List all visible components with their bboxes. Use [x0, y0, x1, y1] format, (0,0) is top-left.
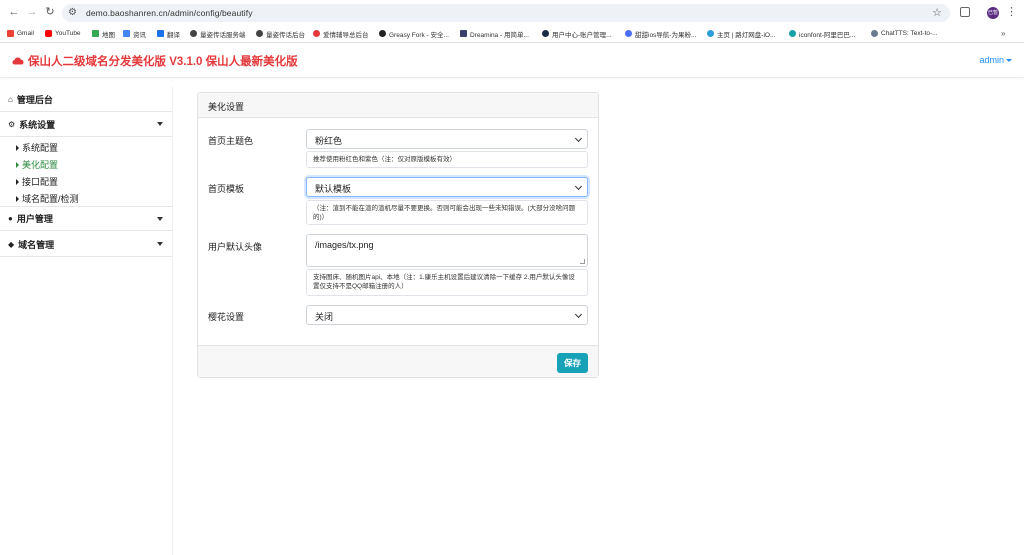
- save-button[interactable]: 保存: [557, 353, 588, 373]
- iconfont-icon: [789, 30, 796, 37]
- reload-icon[interactable]: ↻: [42, 4, 58, 20]
- card-footer: 保存: [198, 345, 598, 377]
- bookmark-item[interactable]: 地图: [92, 27, 115, 40]
- bookmark-item[interactable]: 量姿传话服务端: [190, 27, 246, 40]
- bookmark-item[interactable]: 量姿传话后台: [256, 27, 305, 40]
- site-info-icon[interactable]: ⚙: [68, 7, 77, 19]
- beautify-settings-card: 美化设置 首页主题色 粉红色 推荐使用粉红色和紫色（注：仅对原版模板有效） 首页…: [197, 92, 599, 378]
- heart-app-icon: [313, 30, 320, 37]
- bookmark-item[interactable]: 爱情辅导总后台: [313, 27, 369, 40]
- user-center-icon: [542, 30, 549, 37]
- caret-down-icon: [157, 242, 163, 246]
- address-row: ← → ↻ ⚙ demo.baoshanren.cn/admin/config/…: [0, 2, 1024, 28]
- cloud-icon: [12, 57, 24, 65]
- default-avatar-label: 用户默认头像: [208, 242, 263, 252]
- user-icon: ●: [8, 214, 13, 223]
- gear-icon: ⚙: [8, 119, 16, 129]
- caret-down-icon: [1006, 59, 1012, 62]
- caret-right-icon: [16, 178, 19, 185]
- bookmark-item[interactable]: Greasy Fork - 安全...: [379, 27, 449, 40]
- maps-icon: [92, 30, 99, 37]
- bookmark-item[interactable]: 甜甜ios导航-为果粉...: [625, 27, 696, 40]
- bookmark-item[interactable]: Dreamina - 用简单...: [460, 27, 529, 40]
- sidebar-item-dashboard[interactable]: ⌂ 管理后台: [0, 87, 173, 112]
- bookmark-item[interactable]: 资讯: [123, 27, 146, 40]
- admin-dropdown[interactable]: admin: [979, 55, 1012, 65]
- brand[interactable]: 保山人二级域名分发美化版 V3.1.0 保山人最新美化版: [12, 53, 298, 69]
- sidebar-subitem-beautify-config[interactable]: 美化配置: [16, 158, 58, 171]
- sakura-select[interactable]: 关闭: [306, 305, 588, 325]
- profile-avatar[interactable]: 已暂停: [987, 7, 999, 28]
- more-bookmarks-icon[interactable]: »: [1001, 27, 1005, 40]
- caret-down-icon: [157, 122, 163, 126]
- browser-chrome: ← → ↻ ⚙ demo.baoshanren.cn/admin/config/…: [0, 0, 1024, 43]
- sidebar: ⌂ 管理后台 ⚙ 系统设置 系统配置 美化配置 接口配置 域名配置/检测 ● 用…: [0, 87, 173, 555]
- bookmarks-bar: Gmail YouTube 地图 资讯 翻译 量姿传话服务端 量姿传话后台 爱情…: [0, 27, 1024, 40]
- bookmark-star-icon[interactable]: ☆: [932, 6, 942, 20]
- url-text[interactable]: demo.baoshanren.cn/admin/config/beautify: [86, 7, 253, 19]
- card-title: 美化设置: [198, 93, 598, 118]
- sakura-label: 樱花设置: [208, 312, 245, 322]
- greasyfork-icon: [379, 30, 386, 37]
- chevron-down-icon: [574, 310, 583, 319]
- theme-color-label: 首页主题色: [208, 136, 254, 146]
- bookmark-item[interactable]: 翻译: [157, 27, 180, 40]
- bookmark-item[interactable]: ChatTTS: Text-to-...: [871, 27, 938, 40]
- sidebar-item-users[interactable]: ● 用户管理: [0, 206, 173, 231]
- brand-title: 保山人二级域名分发美化版 V3.1.0 保山人最新美化版: [28, 56, 298, 68]
- sidebar-subitem-domain-config[interactable]: 域名配置/检测: [16, 192, 79, 205]
- theme-color-select[interactable]: 粉红色: [306, 129, 588, 149]
- caret-right-icon: [16, 161, 19, 168]
- sidebar-item-system[interactable]: ⚙ 系统设置: [0, 112, 173, 137]
- dreamina-icon: [460, 30, 467, 37]
- template-label: 首页模板: [208, 184, 245, 194]
- default-avatar-hint: 支持图床、随机图片api、本地（注：1.康乐主机设置后建议清除一下缓存 2.用户…: [306, 269, 588, 296]
- extensions-icon[interactable]: [960, 7, 970, 17]
- sidebar-item-domains[interactable]: ◆ 域名管理: [0, 232, 173, 257]
- bookmark-item[interactable]: iconfont-阿里巴巴...: [789, 27, 855, 40]
- admin-username: admin: [979, 55, 1004, 65]
- news-icon: [123, 30, 130, 37]
- globe-icon: [190, 30, 197, 37]
- translate-icon: [157, 30, 164, 37]
- cloud-drive-icon: [707, 30, 714, 37]
- template-hint: （注：渲到不能在渲的渲机尽量不要更换。否则可能会出现一些未知错误。(大部分没啥问…: [306, 200, 588, 225]
- gmail-icon: [7, 30, 14, 37]
- template-select[interactable]: 默认模板: [306, 177, 588, 197]
- bookmark-item[interactable]: YouTube: [45, 27, 81, 40]
- chevron-down-icon: [574, 134, 583, 143]
- sidebar-subitem-system-config[interactable]: 系统配置: [16, 141, 58, 154]
- youtube-icon: [45, 30, 52, 37]
- globe-icon: [256, 30, 263, 37]
- caret-down-icon: [157, 217, 163, 221]
- cube-icon: ◆: [8, 239, 15, 249]
- home-icon: ⌂: [8, 94, 13, 104]
- url-bar[interactable]: ⚙ demo.baoshanren.cn/admin/config/beauti…: [62, 4, 950, 22]
- caret-right-icon: [16, 195, 19, 202]
- back-icon[interactable]: ←: [6, 4, 22, 20]
- default-avatar-input[interactable]: /images/tx.png: [306, 234, 588, 267]
- sidebar-subitem-api-config[interactable]: 接口配置: [16, 175, 58, 188]
- bookmark-item[interactable]: Gmail: [7, 27, 34, 40]
- chattts-icon: [871, 30, 878, 37]
- theme-color-hint: 推荐使用粉红色和紫色（注：仅对原版模板有效）: [306, 151, 588, 168]
- nav-site-icon: [625, 30, 632, 37]
- resize-handle-icon[interactable]: [580, 259, 585, 264]
- chevron-down-icon: [574, 182, 583, 191]
- browser-menu-icon[interactable]: ⋮: [1006, 4, 1017, 20]
- bookmark-item[interactable]: 用户中心-账户管理...: [542, 27, 612, 40]
- caret-right-icon: [16, 144, 19, 151]
- bookmark-item[interactable]: 主页 | 路灯网盘-iO...: [707, 27, 775, 40]
- forward-icon[interactable]: →: [24, 4, 40, 20]
- app-header: 保山人二级域名分发美化版 V3.1.0 保山人最新美化版 admin: [0, 43, 1024, 78]
